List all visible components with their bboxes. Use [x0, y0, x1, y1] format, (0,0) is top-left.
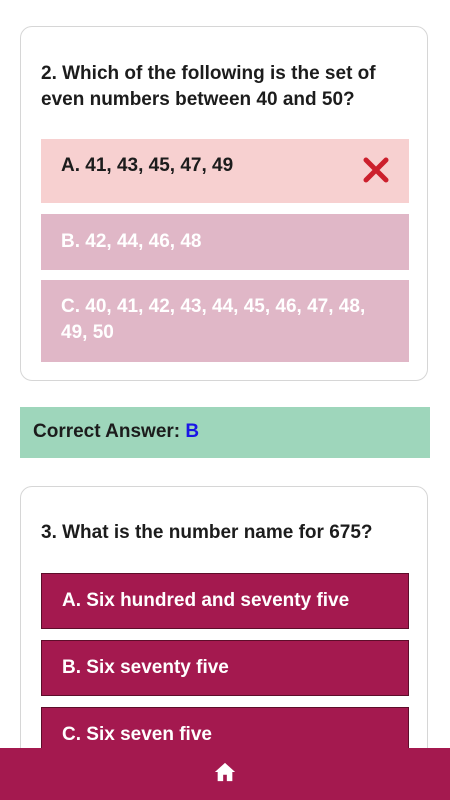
correct-answer-bar: Correct Answer: B	[20, 407, 430, 458]
option-3a[interactable]: A. Six hundred and seventy five	[41, 573, 409, 629]
option-2b[interactable]: B. 42, 44, 46, 48	[41, 214, 409, 270]
question-card-3: 3. What is the number name for 675? A. S…	[20, 486, 428, 786]
home-icon[interactable]	[214, 761, 236, 783]
option-3b-label: B. Six seventy five	[62, 657, 229, 678]
option-3b[interactable]: B. Six seventy five	[41, 640, 409, 696]
question-2-text: 2. Which of the following is the set of …	[41, 63, 376, 110]
option-2a-label: A. 41, 43, 45, 47, 49	[61, 155, 234, 176]
option-2c[interactable]: C. 40, 41, 42, 43, 44, 45, 46, 47, 48, 4…	[41, 280, 409, 362]
cross-icon	[363, 157, 389, 183]
question-card-2: 2. Which of the following is the set of …	[20, 26, 428, 381]
correct-answer-letter: B	[185, 421, 200, 442]
bottom-nav-bar	[0, 748, 450, 800]
option-2c-label: C. 40, 41, 42, 43, 44, 45, 46, 47, 48, 4…	[61, 296, 366, 343]
option-3c-label: C. Six seven five	[62, 724, 212, 745]
option-3a-label: A. Six hundred and seventy five	[62, 590, 350, 611]
option-2b-label: B. 42, 44, 46, 48	[61, 231, 202, 252]
correct-answer-prefix: Correct Answer:	[33, 421, 186, 442]
option-2a[interactable]: A. 41, 43, 45, 47, 49	[41, 139, 409, 203]
question-3-text: 3. What is the number name for 675?	[41, 522, 373, 543]
